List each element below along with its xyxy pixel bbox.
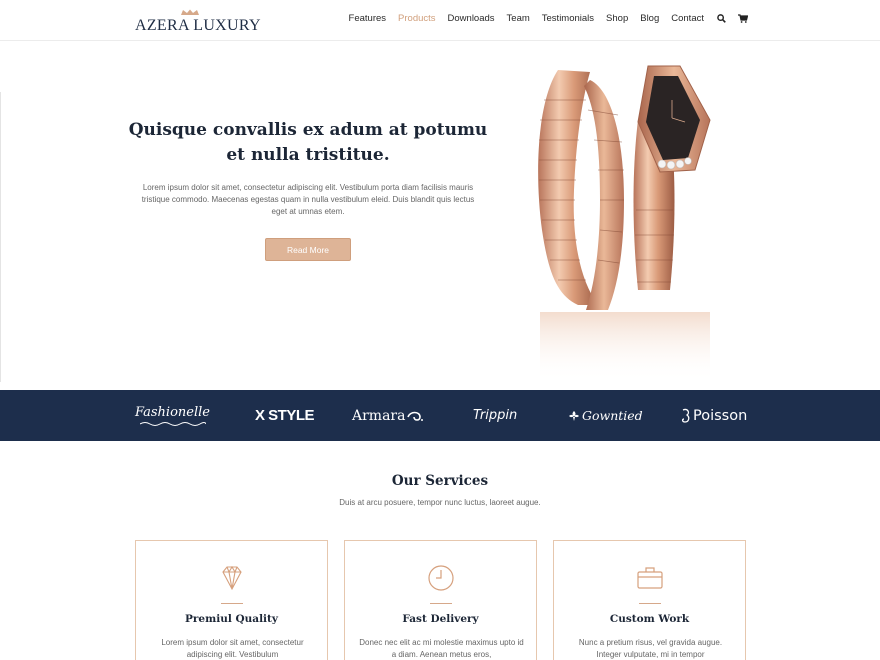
brand-logo: Poisson: [679, 390, 747, 441]
nav-contact[interactable]: Contact: [671, 13, 704, 24]
card-text: Lorem ipsum dolor sit amet, consectetur …: [161, 638, 304, 659]
brand-name: Poisson: [693, 407, 748, 424]
brand-logo: Trippin: [473, 390, 517, 441]
hero-text: Lorem ipsum dolor sit amet, consectetur …: [141, 183, 475, 216]
brand-name: X STYLE: [255, 407, 315, 424]
nav-testimonials[interactable]: Testimonials: [542, 13, 594, 24]
brand-name: Fashionelle: [135, 404, 210, 420]
service-card[interactable]: Custom Work Nunc a pretium risus, vel gr…: [553, 540, 746, 660]
hero-title: Quisque convallis ex adum at potumu et n…: [128, 120, 488, 165]
service-card[interactable]: Premiul Quality Lorem ipsum dolor sit am…: [135, 540, 328, 660]
services-subtitle: Duis at arcu posuere, tempor nunc luctus…: [339, 498, 541, 507]
brand-logo: Gowntied: [568, 390, 643, 441]
seahorse-icon: [681, 408, 690, 423]
nav-shop[interactable]: Shop: [606, 13, 628, 24]
card-title: Fast Delivery: [402, 613, 479, 625]
nav-features[interactable]: Features: [349, 13, 387, 24]
diamond-icon: [222, 565, 242, 591]
crown-icon: [181, 9, 199, 15]
search-icon[interactable]: [716, 14, 726, 24]
nav-products[interactable]: Products: [398, 13, 436, 24]
divider: [0, 92, 1, 382]
brand-strip: Fashionelle X STYLE Armara Trippin Gownt…: [0, 390, 880, 441]
card-text: Donec nec elit ac mi molestie maximus up…: [359, 638, 524, 659]
logo-text: AZERA LUXURY: [135, 17, 261, 34]
brand-name: Trippin: [473, 408, 518, 423]
fleur-icon: [569, 410, 579, 421]
cart-icon[interactable]: [738, 14, 748, 24]
nav-team[interactable]: Team: [507, 13, 530, 24]
brand-name: Gowntied: [582, 408, 643, 423]
service-card[interactable]: Fast Delivery Donec nec elit ac mi moles…: [344, 540, 537, 660]
brand-logo: Fashionelle: [135, 390, 210, 441]
main-nav: Features Products Downloads Team Testimo…: [337, 13, 748, 24]
brand-name: Armara: [352, 407, 406, 424]
brand-logo: X STYLE: [255, 390, 315, 441]
card-title: Custom Work: [609, 613, 690, 625]
hero-section: Quisque convallis ex adum at potumu et n…: [0, 42, 880, 390]
card-text: Nunc a pretium risus, vel gravida augue.…: [578, 638, 723, 659]
services-title: Our Services: [391, 473, 489, 489]
brand-logo: Armara: [352, 390, 424, 441]
divider: [430, 603, 452, 604]
site-header: AZERA LUXURY Features Products Downloads…: [0, 0, 880, 41]
read-more-button[interactable]: Read More: [265, 238, 351, 261]
divider: [221, 603, 243, 604]
nav-downloads[interactable]: Downloads: [448, 13, 495, 24]
nav-blog[interactable]: Blog: [640, 13, 659, 24]
briefcase-icon: [637, 567, 663, 589]
swirl-icon: [407, 411, 424, 421]
clock-icon: [428, 565, 454, 591]
watch-image: [538, 65, 711, 382]
wave-icon: [139, 421, 206, 426]
logo[interactable]: AZERA LUXURY: [135, 9, 261, 35]
divider: [639, 603, 661, 604]
card-title: Premiul Quality: [185, 613, 278, 625]
